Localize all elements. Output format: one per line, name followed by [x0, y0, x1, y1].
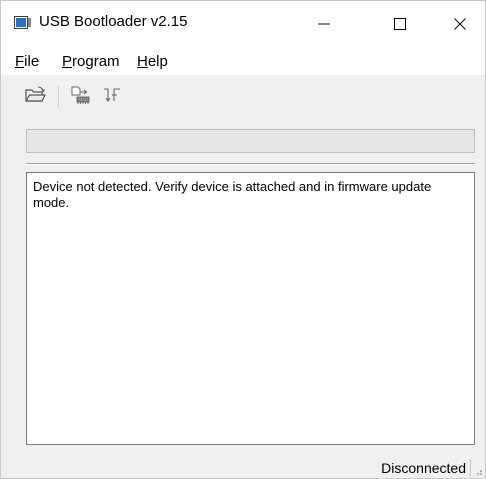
minimize-button[interactable] [301, 1, 347, 47]
maximize-icon [394, 18, 406, 30]
open-file-button[interactable] [23, 84, 47, 106]
toolbar [1, 75, 485, 117]
close-icon [454, 18, 466, 30]
log-output[interactable]: Device not detected. Verify device is at… [26, 172, 475, 445]
title-bar[interactable]: USB Bootloader v2.15 [1, 1, 485, 47]
log-message: Device not detected. Verify device is at… [33, 179, 432, 210]
menu-help-mnemonic: H [137, 53, 148, 70]
menu-file-mnemonic: F [15, 53, 25, 70]
menu-program-label: rogram [72, 53, 120, 70]
minimize-icon [318, 23, 330, 25]
section-divider [26, 163, 475, 165]
menu-file[interactable]: File [15, 53, 39, 70]
connection-status: Disconnected [381, 460, 466, 476]
program-device-button[interactable] [69, 84, 93, 106]
menu-file-label: ile [24, 53, 40, 70]
status-bar: Disconnected [1, 457, 485, 478]
app-window: USB Bootloader v2.15 File Program Help D… [0, 0, 486, 479]
maximize-button[interactable] [377, 1, 423, 47]
menu-help[interactable]: Help [137, 53, 168, 70]
app-icon [14, 16, 31, 29]
menu-bar: File Program Help [1, 47, 485, 75]
reset-device-icon [104, 88, 120, 102]
menu-help-label: elp [147, 53, 168, 70]
progress-bar [26, 129, 475, 153]
status-separator [470, 459, 471, 477]
resize-grip-icon[interactable] [473, 466, 483, 476]
window-title: USB Bootloader v2.15 [39, 13, 188, 30]
open-folder-icon [24, 86, 46, 102]
program-device-icon [71, 86, 90, 104]
menu-program[interactable]: Program [62, 53, 120, 70]
close-button[interactable] [437, 1, 483, 47]
reset-device-button[interactable] [102, 84, 126, 106]
menu-program-mnemonic: P [62, 53, 73, 70]
toolbar-separator [58, 86, 59, 108]
